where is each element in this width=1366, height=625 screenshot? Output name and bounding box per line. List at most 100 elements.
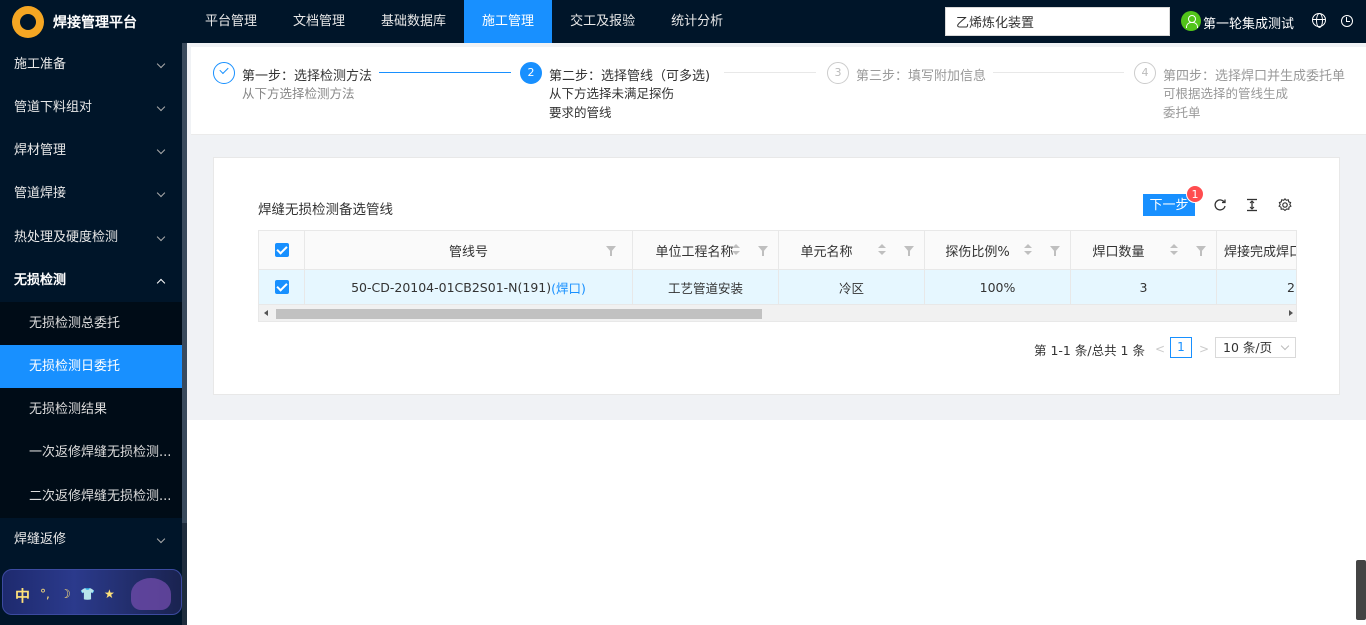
column-header-label: 单元名称 [800, 244, 853, 260]
cell-unit-name: 冷区 [779, 270, 925, 304]
page-size-select[interactable]: 10 条/页 [1215, 337, 1296, 358]
sidebar-item-ndt[interactable]: 无损检测 [0, 259, 182, 302]
project-select-input[interactable] [945, 7, 1170, 36]
refresh-icon[interactable] [1213, 198, 1227, 212]
chevron-down-icon [156, 145, 166, 155]
ime-mode-label[interactable]: 中 [15, 585, 30, 606]
chevron-down-icon [1280, 341, 1290, 351]
chevron-down-icon [156, 534, 166, 544]
sidebar-item-label: 热处理及硬度检测 [14, 230, 119, 245]
horizontal-scrollbar-thumb[interactable] [276, 309, 762, 319]
horizontal-scrollbar[interactable] [259, 305, 1296, 321]
step-4-desc-line1: 可根据选择的管线生成 [1163, 86, 1289, 101]
nav-item-handover[interactable]: 交工及报验 [552, 0, 653, 43]
selection-count-badge: 1 [1186, 185, 1204, 203]
steps-panel: 第一步：选择检测方法 从下方选择检测方法 2 第二步：选择管线（可多选) 从下方… [191, 47, 1366, 135]
sort-icon[interactable] [1024, 244, 1032, 256]
pipeline-number: 50-CD-20104-01CB2S01-N(191) [351, 279, 552, 295]
user-avatar-icon[interactable] [1181, 11, 1201, 31]
app-title: 焊接管理平台 [53, 15, 137, 31]
column-header-label: 管线号 [448, 244, 488, 260]
step-3-title: 第三步：填写附加信息 [856, 69, 987, 84]
table-row[interactable]: 50-CD-20104-01CB2S01-N(191) (焊口) 工艺管道安装 冷… [259, 270, 1296, 305]
pagination-page-1[interactable]: 1 [1170, 337, 1192, 358]
sidebar-item-welding-material[interactable]: 焊材管理 [0, 129, 182, 172]
column-header-label: 焊口数量 [1092, 244, 1145, 260]
sidebar-subitem-ndt-results[interactable]: 无损检测结果 [0, 388, 182, 431]
chevron-down-icon [156, 232, 166, 242]
sidebar-item-pipe-welding[interactable]: 管道焊接 [0, 172, 182, 215]
column-header-unit-project[interactable]: 单位工程名称 [633, 231, 779, 269]
step-2-number: 2 [520, 62, 542, 84]
nav-item-documents[interactable]: 文档管理 [275, 0, 363, 43]
globe-icon[interactable] [1312, 13, 1326, 28]
select-all-checkbox[interactable] [274, 243, 289, 257]
column-header-weld-count[interactable]: 焊口数量 [1071, 231, 1217, 269]
pagination-prev-icon[interactable]: < [1155, 342, 1165, 356]
ime-moon-icon[interactable]: ☽ [60, 587, 71, 601]
column-height-icon[interactable] [1245, 198, 1259, 212]
filter-icon[interactable] [606, 246, 616, 256]
table-title: 焊缝无损检测备选管线 [258, 202, 393, 218]
scroll-left-icon[interactable] [264, 310, 268, 316]
ime-punctuation-icon[interactable]: °, [40, 587, 50, 601]
sidebar-subitem-ndt-master[interactable]: 无损检测总委托 [0, 302, 182, 345]
sidebar-item-label: 管道下料组对 [14, 100, 93, 115]
scroll-right-icon[interactable] [1289, 310, 1293, 316]
row-select-cell [259, 270, 305, 304]
filter-icon[interactable] [1050, 246, 1060, 256]
column-header-unit-name[interactable]: 单元名称 [779, 231, 925, 269]
sidebar-subitem-ndt-daily[interactable]: 无损检测日委托 [0, 345, 182, 388]
table-header: 管线号 单位工程名称 单元名称 探伤比例% 焊口数量 焊接完成焊口 [259, 231, 1297, 270]
column-header-label: 探伤比例% [945, 244, 1010, 260]
step-connector [993, 72, 1124, 73]
ime-toolbar[interactable]: 中 °, ☽ 👕 ★ [2, 569, 182, 615]
filter-icon[interactable] [758, 246, 768, 256]
window-side-widget[interactable] [1356, 560, 1366, 620]
step-3-number: 3 [827, 62, 849, 84]
column-header-label: 焊接完成焊口 [1224, 244, 1297, 260]
sidebar-item-weld-repair[interactable]: 焊缝返修 [0, 518, 182, 561]
cell-weld-count: 3 [1071, 270, 1217, 304]
sidebar-item-label: 焊缝返修 [14, 532, 67, 547]
column-header-ratio[interactable]: 探伤比例% [925, 231, 1071, 269]
sidebar-item-label: 焊材管理 [14, 143, 67, 158]
chevron-down-icon [156, 102, 166, 112]
cell-unit-project: 工艺管道安装 [633, 270, 779, 304]
settings-gear-icon[interactable] [1278, 198, 1292, 212]
ime-skin-icon[interactable]: 👕 [80, 587, 95, 601]
cell-ratio: 100% [925, 270, 1071, 304]
nav-item-base-db[interactable]: 基础数据库 [363, 0, 464, 43]
clock-icon[interactable] [1341, 15, 1353, 27]
row-checkbox[interactable] [274, 280, 289, 294]
step-2-desc-line1: 从下方选择未满足探伤 [549, 86, 675, 101]
user-name[interactable]: 第一轮集成测试 [1203, 13, 1294, 32]
weld-joint-link[interactable]: (焊口) [551, 278, 586, 297]
sidebar-item-pipe-cutting[interactable]: 管道下料组对 [0, 86, 182, 129]
nav-item-construction[interactable]: 施工管理 [464, 0, 553, 43]
column-header-completed[interactable]: 焊接完成焊口 [1217, 231, 1297, 269]
step-1-check-icon [213, 62, 235, 84]
step-2-desc-line2: 要求的管线 [549, 105, 612, 120]
chevron-up-icon [156, 278, 166, 288]
sidebar-item-label: 施工准备 [14, 57, 67, 72]
step-4-title: 第四步：选择焊口并生成委托单 [1163, 69, 1346, 84]
filter-icon[interactable] [1196, 246, 1206, 256]
sidebar-subitem-second-repair-ndt[interactable]: 二次返修焊缝无损检测... [0, 475, 182, 518]
pagination-total: 第 1-1 条/总共 1 条 [1034, 343, 1145, 358]
nav-item-statistics[interactable]: 统计分析 [653, 0, 741, 43]
sidebar-item-heat-treatment[interactable]: 热处理及硬度检测 [0, 216, 182, 259]
sort-icon[interactable] [1170, 244, 1178, 256]
sort-icon[interactable] [732, 244, 740, 256]
step-2-title: 第二步：选择管线（可多选) [549, 69, 711, 84]
nav-item-platform[interactable]: 平台管理 [187, 0, 275, 43]
column-header-pipeline[interactable]: 管线号 [305, 231, 633, 269]
pagination-next-icon[interactable]: > [1199, 342, 1209, 356]
column-header-label: 单位工程名称 [655, 244, 734, 260]
sidebar-item-construction-prep[interactable]: 施工准备 [0, 43, 182, 86]
filter-icon[interactable] [904, 246, 914, 256]
sort-icon[interactable] [878, 244, 886, 256]
sidebar-subitem-first-repair-ndt[interactable]: 一次返修焊缝无损检测... [0, 431, 182, 475]
select-all-cell [259, 231, 305, 269]
ime-star-icon[interactable]: ★ [104, 587, 115, 601]
